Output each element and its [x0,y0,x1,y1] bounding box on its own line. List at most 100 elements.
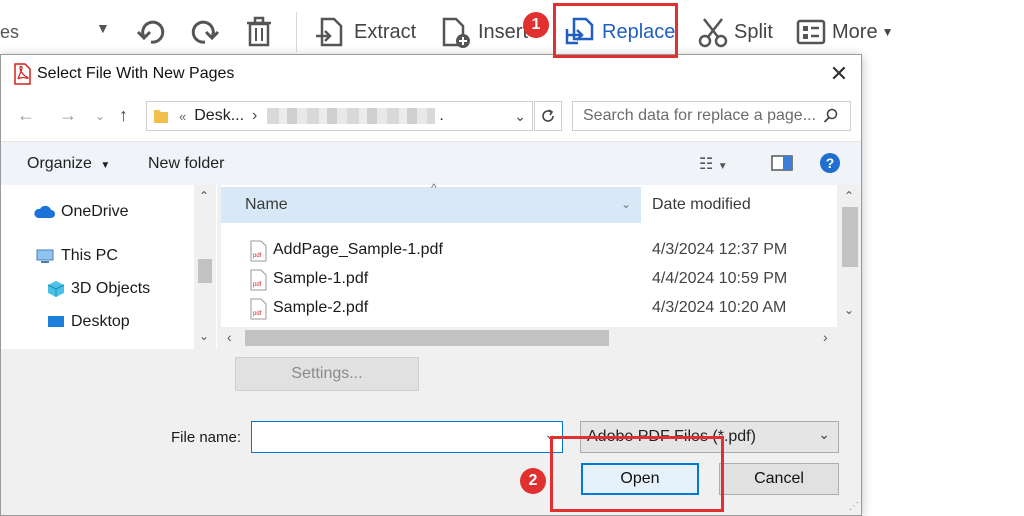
nav-label: OneDrive [61,203,129,220]
help-icon: ? [820,153,840,173]
extract-button[interactable]: Extract [314,8,416,56]
refresh-button[interactable] [534,101,562,131]
breadcrumb-chevron-icon: « [179,108,187,124]
column-header-date[interactable]: Date modified [642,187,837,223]
search-box[interactable] [572,101,851,131]
file-name: Sample-1.pdf [273,270,369,287]
help-button[interactable]: ? [819,152,841,179]
nav-pane-scrollbar[interactable]: ⌃ ⌄ [194,185,216,349]
split-button[interactable]: Split [698,8,773,56]
scroll-left-icon[interactable]: ‹ [227,329,232,345]
column-filter-icon[interactable]: ⌄ [621,197,631,211]
nav-item-this-pc[interactable]: This PC [35,247,118,265]
insert-label: Insert [478,20,529,43]
file-row[interactable]: pdf Sample-2.pdf 4/3/2024 10:20 AM [221,295,837,323]
file-row[interactable]: pdf AddPage_Sample-1.pdf 4/3/2024 12:37 … [221,237,837,265]
address-dropdown-icon[interactable]: ⌄ [514,108,526,125]
recent-locations-chevron-icon[interactable]: ⌄ [95,109,105,123]
scroll-right-icon[interactable]: › [823,329,828,345]
organize-dropdown-icon: ▼ [100,160,111,171]
delete-button[interactable] [242,8,276,56]
forward-arrow-icon[interactable]: → [59,105,77,126]
command-bar: Organize ▼ New folder ☷ ▼ ? [1,141,861,186]
search-icon [823,108,838,123]
file-date: 4/3/2024 12:37 PM [652,241,788,258]
cancel-button[interactable]: Cancel [719,463,839,495]
dialog-title: Select File With New Pages [37,65,235,82]
nav-label: Desktop [71,313,130,330]
file-list: Name ^ ⌄ Date modified pdf AddPage_Sampl… [221,181,837,349]
more-button[interactable]: More ▼ [796,8,893,56]
scroll-down-icon[interactable]: ⌄ [199,329,209,343]
open-highlight-box [550,436,724,512]
scroll-up-icon[interactable]: ⌃ [844,189,854,203]
extract-label: Extract [354,20,417,43]
step-1-badge: 1 [523,12,549,38]
search-input[interactable] [583,107,819,125]
address-bar[interactable]: « Desk... › . ⌄ [146,101,533,131]
more-label: More [832,20,878,43]
file-date: 4/3/2024 10:20 AM [652,299,787,316]
file-name-label: File name: [171,429,242,446]
partial-dropdown-text: es [0,22,20,42]
dropdown-arrow-icon[interactable]: ▼ [96,20,110,36]
refresh-icon [542,109,554,122]
nav-item-desktop[interactable]: Desktop [47,313,130,331]
split-label: Split [734,20,773,43]
svg-text:pdf: pdf [253,282,262,288]
column-header-name[interactable]: Name ^ ⌄ [221,181,641,223]
file-list-horizontal-scrollbar[interactable]: ‹ › [221,327,861,349]
scroll-up-icon[interactable]: ⌃ [199,189,209,203]
pdf-file-icon: pdf [250,298,267,320]
scroll-down-icon[interactable]: ⌄ [844,303,854,317]
resize-grip-icon[interactable]: ⋰ [849,501,859,512]
open-file-dialog: Select File With New Pages ✕ ← → ⌄ ↑ « D… [0,54,862,516]
acrobat-logo-icon [14,63,31,85]
extract-icon [316,17,343,47]
settings-button[interactable]: Settings... [235,357,419,391]
scroll-thumb[interactable] [198,259,212,283]
step-2-badge: 2 [520,468,546,494]
filter-dropdown-icon[interactable]: ⌄ [818,426,830,443]
background-panel [863,64,1024,516]
folder-icon [154,110,168,123]
trash-icon [247,16,271,47]
organize-button[interactable]: Organize ▼ [27,155,110,173]
organize-label: Organize [27,155,92,172]
dialog-titlebar: Select File With New Pages ✕ [1,55,861,93]
redo-icon [191,20,220,44]
breadcrumb-desktop[interactable]: Desk... [194,107,244,125]
toolbar-divider [296,12,297,52]
file-row[interactable]: pdf Sample-1.pdf 4/4/2024 10:59 PM [221,266,837,294]
svg-text:?: ? [826,155,835,171]
redo-button[interactable] [188,8,222,56]
view-options-icon[interactable]: ☷ ▼ [699,154,728,174]
undo-button[interactable] [134,8,168,56]
insert-button[interactable]: Insert [440,8,528,56]
redacted-folder-name [267,108,436,124]
preview-pane-button[interactable] [771,154,793,177]
insert-page-icon [442,17,470,48]
replace-highlight-box [553,3,678,58]
file-name-input[interactable] [252,422,534,450]
nav-item-3d-objects[interactable]: 3D Objects [47,280,150,298]
file-name: AddPage_Sample-1.pdf [273,241,443,258]
computer-icon [36,249,54,263]
file-date: 4/4/2024 10:59 PM [652,270,788,287]
desktop-icon [48,316,64,327]
nav-item-onedrive[interactable]: OneDrive [33,203,129,221]
undo-icon [136,20,165,44]
navigation-pane: OneDrive This PC 3D Objects Desktop [1,185,217,349]
scroll-thumb[interactable] [842,207,858,267]
breadcrumb-tail: . [439,107,444,124]
scroll-thumb[interactable] [245,330,609,346]
scissors-icon [698,18,728,48]
svg-text:pdf: pdf [253,253,262,259]
file-name-field[interactable]: ⌄ [251,421,563,453]
file-list-vertical-scrollbar[interactable]: ⌃ ⌄ [839,185,861,325]
close-icon[interactable]: ✕ [827,63,851,87]
up-arrow-icon[interactable]: ↑ [119,105,128,126]
new-folder-button[interactable]: New folder [148,155,224,173]
back-arrow-icon[interactable]: ← [17,105,35,126]
more-dropdown-icon: ▼ [881,25,894,39]
